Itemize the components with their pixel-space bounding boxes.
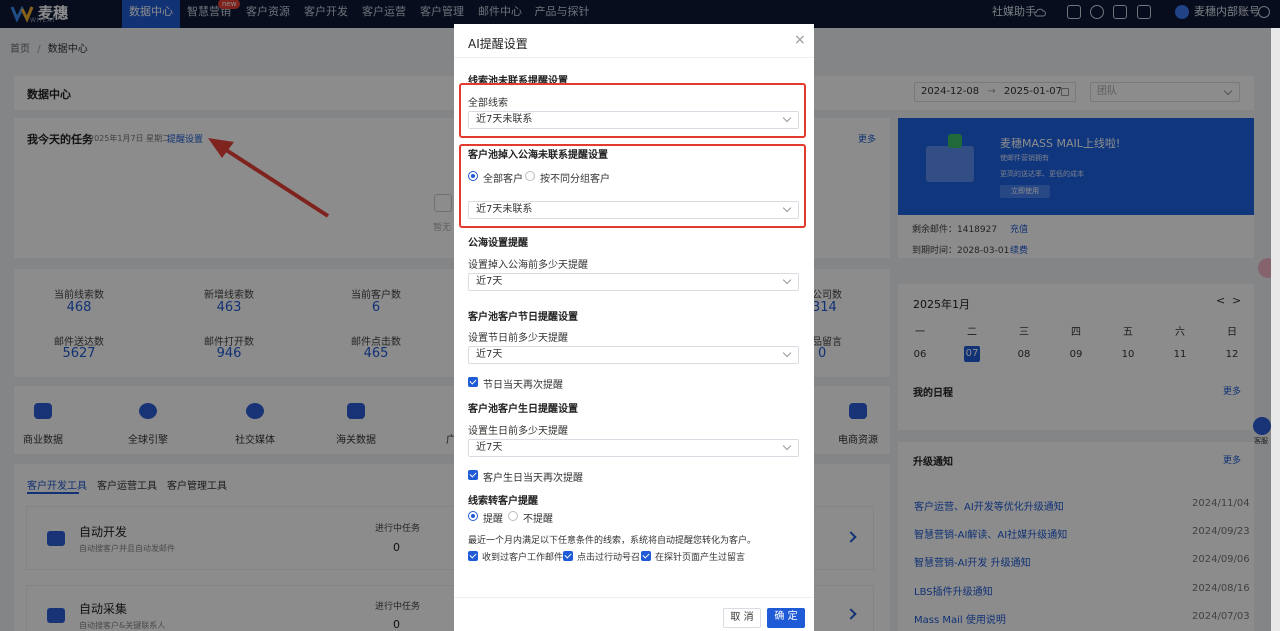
holiday-remind-label[interactable]: 节日当天再次提醒 <box>483 376 563 391</box>
radio-no-remind-label[interactable]: 不提醒 <box>523 510 553 525</box>
received-mail-checkbox[interactable] <box>468 551 478 561</box>
holiday-days-label: 设置节日前多少天提醒 <box>468 333 568 344</box>
all-leads-label: 全部线索 <box>468 98 508 109</box>
birthday-days-select[interactable]: 近7天 <box>468 439 799 457</box>
received-mail-label[interactable]: 收到过客户工作邮件 <box>482 550 563 563</box>
page-scrollbar[interactable] <box>1271 28 1280 631</box>
holiday-remind-checkbox[interactable] <box>468 377 478 387</box>
radio-all-customers[interactable] <box>468 171 478 181</box>
public-pool-select-value: 近7天未联系 <box>476 204 533 215</box>
probe-message-label[interactable]: 在探针页面产生过留言 <box>655 550 745 563</box>
birthday-section-title: 客户池客户生日提醒设置 <box>468 404 578 415</box>
clicked-cta-label[interactable]: 点击过行动号召 <box>577 550 640 563</box>
chevron-down-icon <box>782 275 792 285</box>
sea-days-select-value: 近7天 <box>476 276 503 287</box>
birthday-remind-label[interactable]: 客户生日当天再次提醒 <box>483 469 583 484</box>
ai-reminder-modal: AI提醒设置 × 线索池未联系提醒设置 全部线索 近7天未联系 客户池掉入公海未… <box>454 24 814 631</box>
radio-all-customers-label[interactable]: 全部客户 <box>483 170 523 185</box>
chevron-down-icon <box>782 113 792 123</box>
lead-convert-description: 最近一个月内满足以下任意条件的线索，系统将自动提醒您转化为客户。 <box>468 536 757 546</box>
cancel-button[interactable]: 取 消 <box>723 608 761 628</box>
lead-pool-select-value: 近7天未联系 <box>476 114 533 125</box>
holiday-section-title: 客户池客户节日提醒设置 <box>468 312 578 323</box>
radio-by-group-label[interactable]: 按不同分组客户 <box>540 170 610 185</box>
close-icon[interactable]: × <box>794 32 806 48</box>
chevron-down-icon <box>782 441 792 451</box>
clicked-cta-checkbox[interactable] <box>563 551 573 561</box>
modal-footer-divider <box>454 597 814 598</box>
probe-message-checkbox[interactable] <box>641 551 651 561</box>
birthday-days-select-value: 近7天 <box>476 442 503 453</box>
confirm-button[interactable]: 确 定 <box>767 608 805 628</box>
sea-days-label: 设置掉入公海前多少天提醒 <box>468 260 588 271</box>
modal-title: AI提醒设置 <box>468 37 528 51</box>
radio-by-group[interactable] <box>525 171 535 181</box>
radio-remind-label[interactable]: 提醒 <box>483 510 503 525</box>
lead-convert-section-title: 线索转客户提醒 <box>468 496 538 507</box>
radio-no-remind[interactable] <box>508 511 518 521</box>
sea-days-select[interactable]: 近7天 <box>468 273 799 291</box>
sea-reminder-section-title: 公海设置提醒 <box>468 238 528 249</box>
modal-divider <box>454 57 814 58</box>
birthday-remind-checkbox[interactable] <box>468 470 478 480</box>
holiday-days-select-value: 近7天 <box>476 349 503 360</box>
chevron-down-icon <box>782 348 792 358</box>
chevron-down-icon <box>782 203 792 213</box>
birthday-days-label: 设置生日前多少天提醒 <box>468 426 568 437</box>
public-pool-select[interactable]: 近7天未联系 <box>468 201 799 219</box>
radio-remind[interactable] <box>468 511 478 521</box>
holiday-days-select[interactable]: 近7天 <box>468 346 799 364</box>
lead-pool-select[interactable]: 近7天未联系 <box>468 111 799 129</box>
